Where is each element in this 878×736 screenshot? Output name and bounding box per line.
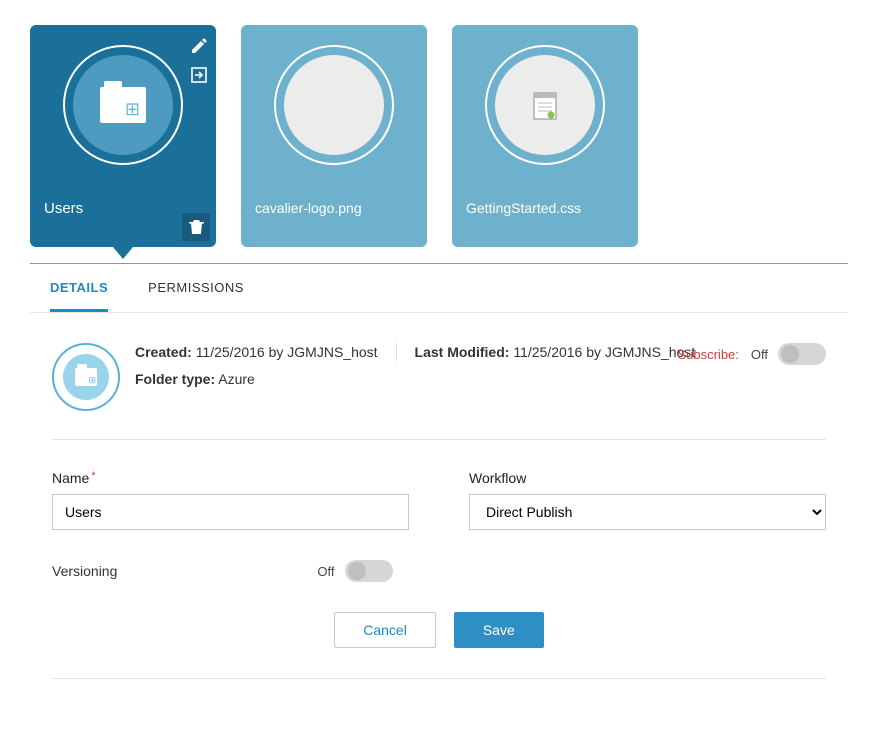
name-input[interactable] [52,494,409,530]
details-header: ⊞ Created: 11/25/2016 by JGMJNS_host Las… [52,343,826,411]
card-actions [182,31,216,85]
versioning-toggle[interactable] [345,560,393,582]
name-label: Name [52,470,89,486]
card-icon-ring [485,45,605,165]
created-label: Created: [135,344,192,360]
subscribe-label: Subscribe: [677,347,738,362]
delete-button[interactable] [182,213,210,241]
selection-arrow-icon [113,247,133,259]
card-row: ⊞ Users cavalier-logo.png GettingStarted… [30,25,848,247]
card-icon-ring [274,45,394,165]
tabs: DETAILS PERMISSIONS [30,264,848,313]
details-panel: ⊞ Created: 11/25/2016 by JGMJNS_host Las… [30,313,848,679]
folder-windows-icon: ⊞ [100,87,146,123]
versioning-label: Versioning [52,563,117,579]
tab-permissions[interactable]: PERMISSIONS [148,280,244,312]
notepad-icon [532,89,558,121]
card-users-folder[interactable]: ⊞ Users [30,25,216,247]
divider [52,678,826,679]
card-label: Users [44,200,83,217]
toggle-state-label: Off [751,347,768,362]
subscribe-area: Subscribe: Off [677,343,826,365]
save-button[interactable]: Save [454,612,544,648]
card-getting-started[interactable]: GettingStarted.css [452,25,638,247]
subscribe-toggle[interactable] [778,343,826,365]
workflow-select[interactable]: Direct Publish [469,494,826,530]
versioning-row: Versioning Off [52,530,826,582]
card-label: cavalier-logo.png [255,200,362,216]
required-icon: * [91,470,95,482]
created-value: 11/25/2016 by JGMJNS_host [196,344,378,360]
folder-windows-icon: ⊞ [75,368,97,386]
workflow-label: Workflow [469,470,826,486]
card-icon-ring: ⊞ [63,45,183,165]
card-icon-bg: ⊞ [73,55,173,155]
card-label: GettingStarted.css [466,200,581,216]
item-thumbnail: ⊞ [52,343,120,411]
form-actions: Cancel Save [52,582,826,668]
tab-details[interactable]: DETAILS [50,280,108,312]
modified-value: 11/25/2016 by JGMJNS_host [513,344,695,360]
folder-type-label: Folder type: [135,371,215,387]
divider [396,343,397,361]
card-cavalier-logo[interactable]: cavalier-logo.png [241,25,427,247]
form: Name* Workflow Direct Publish [52,440,826,530]
file-icon-bg [495,55,595,155]
modified-label: Last Modified: [415,344,510,360]
edit-icon[interactable] [190,37,208,55]
cancel-button[interactable]: Cancel [334,612,436,648]
folder-type-value: Azure [218,371,255,387]
toggle-state-label: Off [317,564,334,579]
file-placeholder-icon [284,55,384,155]
export-icon[interactable] [189,65,209,85]
